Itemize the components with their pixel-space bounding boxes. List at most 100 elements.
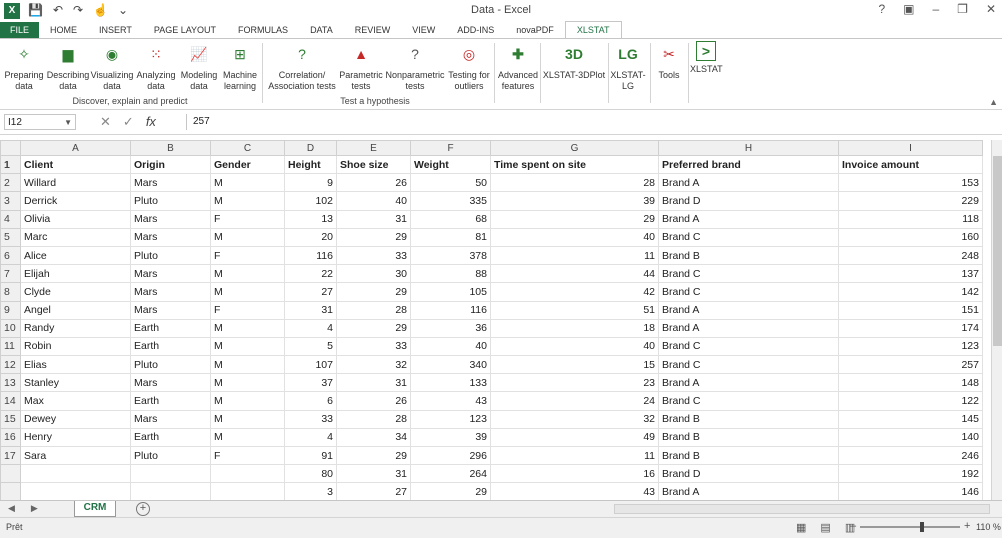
cell[interactable]: 29	[410, 482, 491, 500]
cell[interactable]: Client	[20, 154, 131, 175]
cell[interactable]: 174	[838, 318, 983, 338]
xlstat-3dplot-button[interactable]: 3D XLSTAT-3DPlot	[542, 41, 606, 81]
cell[interactable]: F	[210, 209, 285, 229]
cell[interactable]	[130, 482, 211, 500]
xlstat-lg-button[interactable]: LG XLSTAT- LG	[610, 41, 646, 92]
cell[interactable]: Brand C	[658, 391, 839, 411]
cell[interactable]: Time spent on site	[490, 154, 659, 175]
tab-file[interactable]: FILE	[0, 22, 40, 38]
cell[interactable]: Mars	[130, 264, 211, 284]
cell[interactable]: 11	[490, 245, 659, 266]
cell[interactable]: Brand C	[658, 227, 839, 247]
row-header[interactable]: 5	[0, 227, 21, 247]
cell[interactable]: M	[210, 373, 285, 393]
new-sheet-icon[interactable]: +	[136, 502, 150, 516]
cell[interactable]: 248	[838, 245, 983, 266]
cell[interactable]: Pluto	[130, 355, 211, 375]
cell[interactable]: Earth	[130, 318, 211, 338]
cell[interactable]: 13	[284, 209, 337, 229]
cell[interactable]: 26	[336, 391, 411, 411]
cell[interactable]: Elias	[20, 355, 131, 375]
zoom-slider-knob[interactable]	[920, 522, 924, 532]
cell[interactable]	[210, 482, 285, 500]
cell[interactable]: 3	[284, 482, 337, 500]
cell[interactable]: 18	[490, 318, 659, 338]
cell[interactable]: 102	[284, 191, 337, 211]
cell[interactable]: 32	[336, 355, 411, 375]
cell[interactable]: 151	[838, 300, 983, 320]
minimize-icon[interactable]: –	[932, 2, 939, 16]
cell[interactable]: 116	[284, 245, 337, 266]
cell[interactable]: Gender	[210, 154, 285, 175]
column-header[interactable]: C	[210, 140, 285, 156]
cell[interactable]	[20, 464, 131, 484]
cell[interactable]: Olivia	[20, 209, 131, 229]
cell[interactable]: 192	[838, 464, 983, 484]
row-header[interactable]: 3	[0, 191, 21, 211]
cell[interactable]: 148	[838, 373, 983, 393]
cell[interactable]: Mars	[130, 282, 211, 302]
cell[interactable]: M	[210, 191, 285, 211]
cell[interactable]: 91	[284, 445, 337, 466]
cell[interactable]: Brand A	[658, 300, 839, 320]
cell[interactable]: Invoice amount	[838, 154, 983, 175]
row-header[interactable]: 6	[0, 245, 21, 266]
cell[interactable]: Preferred brand	[658, 154, 839, 175]
machine-learning-button[interactable]: ⊞ Machine learning	[220, 41, 260, 92]
cell[interactable]: 123	[838, 336, 983, 357]
column-header[interactable]: B	[130, 140, 211, 156]
column-header[interactable]: E	[336, 140, 411, 156]
parametric-tests-button[interactable]: ▲ Parametric tests	[338, 41, 384, 92]
cell[interactable]: 340	[410, 355, 491, 375]
describing-data-button[interactable]: ▆ Describing data	[46, 41, 90, 92]
cell[interactable]: M	[210, 409, 285, 429]
column-header[interactable]: G	[490, 140, 659, 156]
cell[interactable]: Marc	[20, 227, 131, 247]
cell[interactable]: 29	[336, 227, 411, 247]
formula-input[interactable]: 257	[186, 114, 993, 130]
cell[interactable]: Alice	[20, 245, 131, 266]
cell[interactable]: Stanley	[20, 373, 131, 393]
cell[interactable]: 145	[838, 409, 983, 429]
cell[interactable]: 50	[410, 173, 491, 193]
row-header[interactable]	[0, 482, 21, 500]
cell[interactable]: M	[210, 427, 285, 448]
cell[interactable]: Elijah	[20, 264, 131, 284]
cell[interactable]: M	[210, 336, 285, 357]
cell[interactable]: 4	[284, 427, 337, 448]
correlation-tests-button[interactable]: ? Correlation/ Association tests	[266, 41, 338, 92]
cell[interactable]: 27	[284, 282, 337, 302]
analyzing-data-button[interactable]: ⁙ Analyzing data	[134, 41, 178, 92]
cell[interactable]: 9	[284, 173, 337, 193]
cell[interactable]: 142	[838, 282, 983, 302]
cell[interactable]: M	[210, 264, 285, 284]
cell[interactable]: 229	[838, 191, 983, 211]
cell[interactable]: Randy	[20, 318, 131, 338]
cell[interactable]: 80	[284, 464, 337, 484]
row-header[interactable]: 1	[0, 154, 21, 175]
cell[interactable]: 40	[490, 336, 659, 357]
cell[interactable]: 107	[284, 355, 337, 375]
cell[interactable]: 27	[336, 482, 411, 500]
cell[interactable]: 4	[284, 318, 337, 338]
cell[interactable]: 335	[410, 191, 491, 211]
cell[interactable]: 6	[284, 391, 337, 411]
cell[interactable]: M	[210, 173, 285, 193]
cell[interactable]: F	[210, 300, 285, 320]
cell[interactable]: Willard	[20, 173, 131, 193]
cell[interactable]: Dewey	[20, 409, 131, 429]
cell[interactable]: 30	[336, 264, 411, 284]
cell[interactable]: 51	[490, 300, 659, 320]
row-header[interactable]: 17	[0, 445, 21, 466]
zoom-slider[interactable]	[860, 522, 960, 532]
row-header[interactable]: 15	[0, 409, 21, 429]
cell[interactable]: 246	[838, 445, 983, 466]
column-header[interactable]: F	[410, 140, 491, 156]
cell[interactable]: 29	[490, 209, 659, 229]
cell[interactable]: Earth	[130, 336, 211, 357]
cell[interactable]: 123	[410, 409, 491, 429]
cell[interactable]: Shoe size	[336, 154, 411, 175]
cell[interactable]: 31	[336, 209, 411, 229]
row-header[interactable]: 16	[0, 427, 21, 448]
cell[interactable]: 140	[838, 427, 983, 448]
